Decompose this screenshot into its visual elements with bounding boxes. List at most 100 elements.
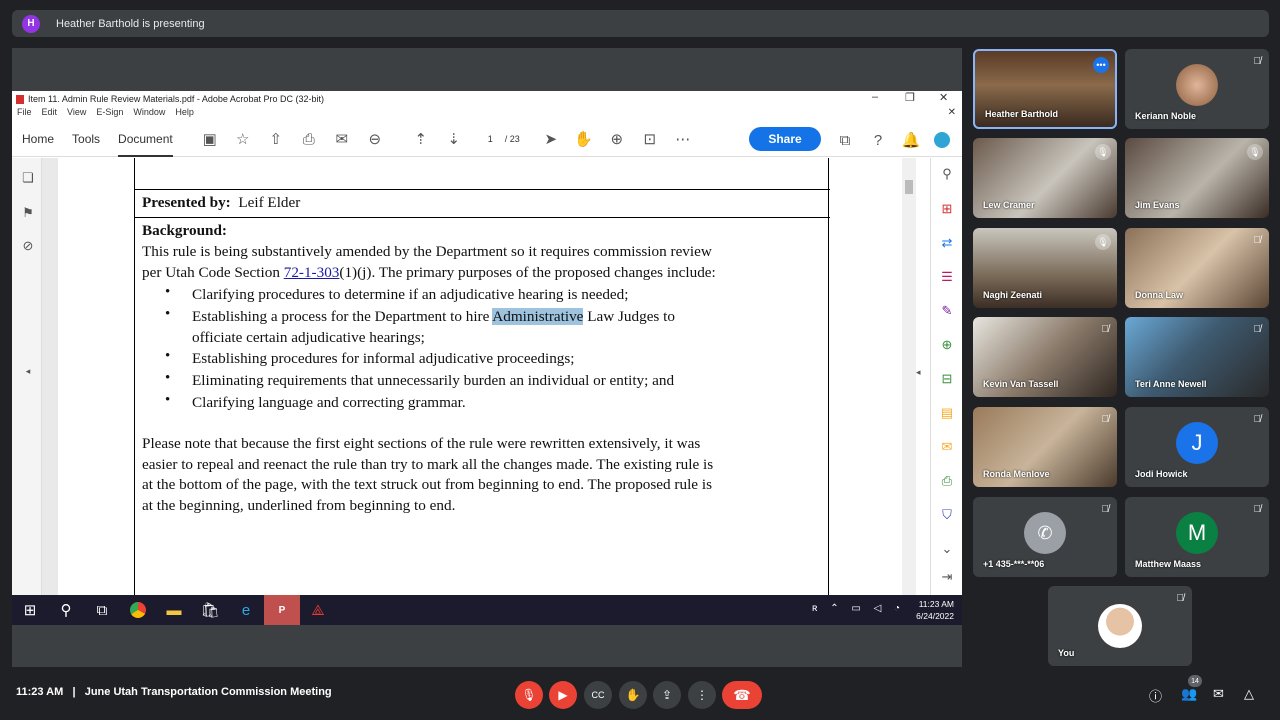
chevron-down-icon[interactable]: ⌄ <box>939 541 955 557</box>
menu-help[interactable]: Help <box>175 107 194 121</box>
attachment-icon[interactable]: ⊘ <box>20 238 36 254</box>
vertical-scrollbar[interactable] <box>902 158 916 595</box>
menu-window[interactable]: Window <box>133 107 165 121</box>
raise-hand-button[interactable]: ✋ <box>619 681 647 709</box>
minimize-icon[interactable]: – <box>872 91 878 103</box>
present-screen-button[interactable]: ⇪ <box>653 681 681 709</box>
collapse-pane-icon[interactable]: ⇥ <box>939 569 955 585</box>
participant-name: Lew Cramer <box>983 200 1035 210</box>
close-window-icon[interactable]: ✕ <box>939 91 948 104</box>
page-down-icon[interactable]: ⇣ <box>443 128 465 150</box>
document-viewport[interactable]: Presented by: Leif Elder Background: Thi… <box>42 158 903 595</box>
participant-tile[interactable]: 🎙 Lew Cramer <box>973 138 1117 218</box>
tab-tools[interactable]: Tools <box>72 122 100 157</box>
organize-pages-icon[interactable]: ☰ <box>939 269 955 285</box>
menu-file[interactable]: File <box>17 107 32 121</box>
share-button[interactable]: Share <box>749 127 821 151</box>
page-thumbnails-icon[interactable]: ❏ <box>20 170 36 186</box>
page-indicator[interactable]: 1 / 23 <box>482 134 526 144</box>
captions-button[interactable]: CC <box>584 681 612 709</box>
tab-document[interactable]: Document <box>118 122 173 157</box>
code-section-link[interactable]: 72-1-303 <box>284 264 340 281</box>
people-icon[interactable]: 👥 <box>1181 686 1197 702</box>
participant-tile[interactable]: 🎙̸ Keriann Noble <box>1125 49 1269 129</box>
self-view-tile[interactable]: 🎙̸ You <box>1048 586 1192 666</box>
tab-home[interactable]: Home <box>22 122 54 157</box>
zoom-out-icon[interactable]: ⊖ <box>364 128 386 150</box>
participant-name: Teri Anne Newell <box>1135 379 1207 389</box>
print-icon[interactable]: ⎙ <box>298 128 320 150</box>
participant-tile[interactable]: 🎙̸ J Jodi Howick <box>1125 407 1269 487</box>
star-icon[interactable]: ☆ <box>232 128 254 150</box>
clock[interactable]: 11:23 AM 6/24/2022 <box>916 598 954 622</box>
comment-icon[interactable]: ✉ <box>939 439 955 455</box>
participant-tile[interactable]: ••• Heather Barthold <box>973 49 1117 129</box>
print-production-icon[interactable]: ⎙ <box>939 473 955 489</box>
menu-edit[interactable]: Edit <box>42 107 58 121</box>
end-call-button[interactable]: ☎ <box>722 681 762 709</box>
search-icon[interactable]: ⚲ <box>48 595 84 625</box>
adobe-account-icon[interactable] <box>934 132 950 148</box>
activities-icon[interactable]: △ <box>1244 686 1254 702</box>
menu-view[interactable]: View <box>67 107 86 121</box>
store-icon[interactable]: 🛍 <box>192 595 228 625</box>
participant-tile[interactable]: 🎙̸ M Matthew Maass <box>1125 497 1269 577</box>
scan-ocr-icon[interactable]: ⊟ <box>939 371 955 387</box>
meeting-time: 11:23 AM <box>16 686 64 698</box>
collapse-left-icon[interactable]: ◂ <box>20 366 36 382</box>
protect-shield-icon[interactable]: ⛉ <box>939 507 955 523</box>
email-icon[interactable]: ✉ <box>331 128 353 150</box>
notification-bell-icon[interactable]: 🔔 <box>900 129 922 151</box>
bullet-dot: • <box>165 306 171 322</box>
bookmark-icon[interactable]: ⚑ <box>20 205 36 221</box>
scrollbar-thumb[interactable] <box>905 180 913 194</box>
participant-tile[interactable]: 🎙̸ Teri Anne Newell <box>1125 317 1269 397</box>
combine-files-icon[interactable]: ⊕ <box>939 337 955 353</box>
more-tools-icon[interactable]: ⋯ <box>672 128 694 150</box>
zoom-in-icon[interactable]: ⊕ <box>606 128 628 150</box>
bullet-continuation: officiate certain adjudicative hearings; <box>192 329 425 346</box>
participant-tile[interactable]: 🎙 Naghi Zeenati <box>973 228 1117 308</box>
fit-page-icon[interactable]: ⊡ <box>639 128 661 150</box>
page-current[interactable]: 1 <box>488 134 493 144</box>
search-docs-icon[interactable]: ⧉ <box>834 129 856 151</box>
presented-by-row: Presented by: Leif Elder <box>142 192 300 213</box>
export-pdf-icon[interactable]: ⇄ <box>939 235 955 251</box>
acrobat-taskbar-icon[interactable]: ⟁ <box>300 595 336 625</box>
camera-toggle-button[interactable]: ▶ <box>549 681 577 709</box>
hand-tool-icon[interactable]: ✋ <box>573 128 595 150</box>
save-icon[interactable]: ▣ <box>199 128 221 150</box>
menu-esign[interactable]: E-Sign <box>96 107 123 121</box>
edge-icon[interactable]: e <box>228 595 264 625</box>
chrome-icon[interactable] <box>120 595 156 625</box>
search-tool-icon[interactable]: ⚲ <box>939 166 955 182</box>
page-up-icon[interactable]: ⇡ <box>410 128 432 150</box>
more-options-button[interactable]: ⋮ <box>688 681 716 709</box>
edit-pdf-icon[interactable]: ▤ <box>939 405 955 421</box>
restore-icon[interactable]: ❐ <box>905 91 915 104</box>
close-document-icon[interactable]: ✕ <box>948 107 956 118</box>
file-explorer-icon[interactable]: ▬ <box>156 595 192 625</box>
windows-start-icon[interactable]: ⊞ <box>12 595 48 625</box>
select-pointer-icon[interactable]: ➤ <box>540 128 562 150</box>
avatar <box>1098 604 1142 648</box>
chat-icon[interactable]: ✉ <box>1213 686 1224 702</box>
participant-tile[interactable]: 🎙̸ ✆ +1 435-***-**06 <box>973 497 1117 577</box>
upload-cloud-icon[interactable]: ⇧ <box>265 128 287 150</box>
participant-tile[interactable]: 🎙̸ Donna Law <box>1125 228 1269 308</box>
collapse-right-icon[interactable]: ◂ <box>916 367 921 378</box>
meeting-info-icon[interactable]: ⓘ <box>1149 686 1162 705</box>
participant-tile[interactable]: 🎙̸ Ronda Menlove <box>973 407 1117 487</box>
create-pdf-icon[interactable]: ⊞ <box>939 201 955 217</box>
participant-tile[interactable]: 🎙 Jim Evans <box>1125 138 1269 218</box>
more-options-icon[interactable]: ••• <box>1093 57 1109 73</box>
meeting-title: June Utah Transportation Commission Meet… <box>84 686 332 698</box>
help-icon[interactable]: ? <box>867 129 889 151</box>
fill-sign-icon[interactable]: ✎ <box>939 303 955 319</box>
mic-off-icon: 🎙̸ <box>1253 504 1262 515</box>
mic-toggle-button[interactable]: 🎙 <box>515 681 543 709</box>
powerpoint-icon[interactable]: P <box>264 595 300 625</box>
task-view-icon[interactable]: ⧉ <box>84 595 120 625</box>
participant-tile[interactable]: 🎙̸ Kevin Van Tassell <box>973 317 1117 397</box>
system-tray-icons[interactable]: ʀ ⌃ ▭ ◁ ◔ <box>812 603 905 614</box>
